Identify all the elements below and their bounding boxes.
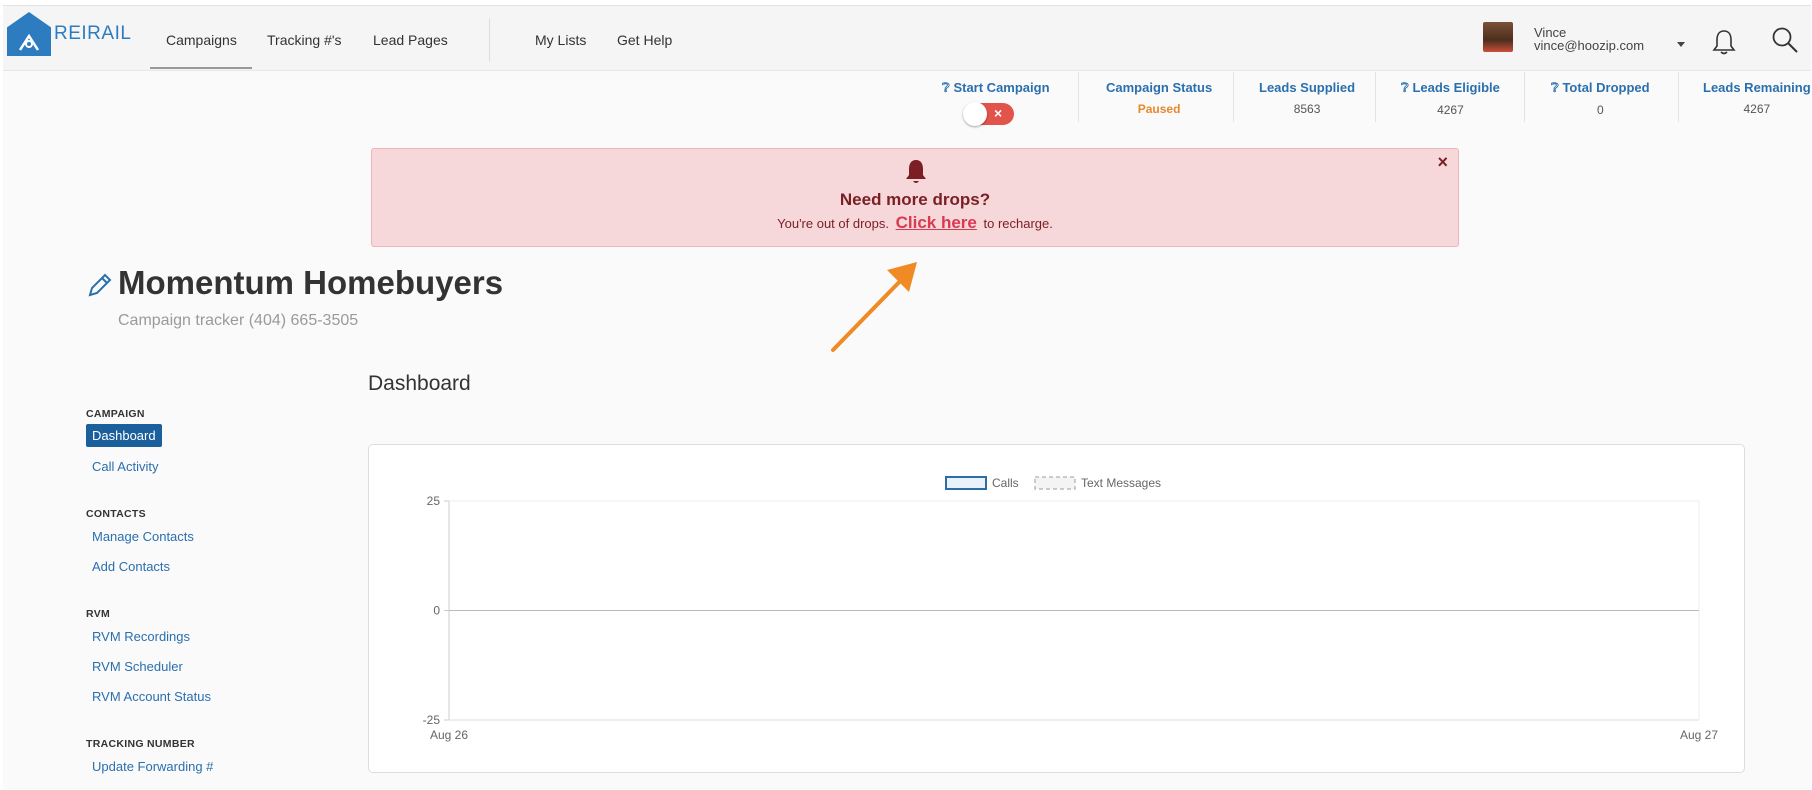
stat-total-dropped: ❔︎ Total Dropped 0 xyxy=(1551,80,1650,117)
nav-active-indicator xyxy=(150,67,252,69)
legend-swatch xyxy=(1034,476,1076,490)
alert-text-after: to recharge. xyxy=(983,216,1053,231)
x-tick-label: Aug 26 xyxy=(430,728,468,742)
help-icon[interactable]: ❔︎ xyxy=(1401,80,1409,95)
campaign-tracker-subtitle: Campaign tracker (404) 665-3505 xyxy=(118,312,359,329)
logo-house-icon xyxy=(7,12,51,56)
sidebar-heading-tracking-number: TRACKING NUMBER xyxy=(86,738,195,750)
alert-bell-icon xyxy=(904,159,928,190)
campaign-status-label: Campaign Status xyxy=(1106,80,1213,95)
nav-campaigns[interactable]: Campaigns xyxy=(166,32,237,48)
alert-message: You're out of drops. Click here to recha… xyxy=(372,213,1458,233)
stat-start-campaign: ❔︎ Start Campaign xyxy=(942,80,1050,96)
help-icon[interactable]: ❔︎ xyxy=(1551,80,1559,95)
legend-label: Calls xyxy=(992,476,1019,490)
brand-name: REIRAIL xyxy=(54,23,132,44)
stat-campaign-status: Campaign Status Paused xyxy=(1106,80,1212,116)
total-dropped-label: ❔︎ Total Dropped xyxy=(1551,80,1650,95)
nav-get-help[interactable]: Get Help xyxy=(617,32,672,48)
out-of-drops-alert: Need more drops? You're out of drops. Cl… xyxy=(371,148,1459,247)
top-navbar: REIRAIL Campaigns Tracking #'s Lead Page… xyxy=(3,6,1811,71)
sidebar-item-update-forwarding[interactable]: Update Forwarding # xyxy=(92,759,213,774)
user-avatar[interactable] xyxy=(1483,22,1513,52)
nav-my-lists[interactable]: My Lists xyxy=(535,32,586,48)
total-dropped-value: 0 xyxy=(1596,103,1604,117)
alert-close-button[interactable]: × xyxy=(1437,152,1448,173)
leads-supplied-label: Leads Supplied xyxy=(1259,80,1356,95)
user-menu-caret-icon[interactable] xyxy=(1677,42,1685,47)
toggle-knob xyxy=(963,102,987,126)
stat-separator xyxy=(1078,72,1079,122)
app-window: REIRAIL Campaigns Tracking #'s Lead Page… xyxy=(3,5,1811,789)
y-tick-label: -25 xyxy=(423,713,441,727)
y-tick-label: 25 xyxy=(427,494,441,508)
start-campaign-label: ❔︎ Start Campaign xyxy=(942,80,1050,95)
stat-separator xyxy=(1524,72,1525,122)
leads-remaining-value: 4267 xyxy=(1743,102,1771,116)
sidebar-item-call-activity[interactable]: Call Activity xyxy=(92,459,158,474)
campaign-title: Momentum Homebuyers xyxy=(118,264,504,301)
activity-chart-card: 25 0 -25 Aug 26 Aug 27 Calls Text Messages xyxy=(368,444,1745,773)
leads-remaining-label: Leads Remaining xyxy=(1703,80,1811,95)
legend-swatch xyxy=(945,476,987,490)
user-email[interactable]: vince@hoozip.com xyxy=(1534,39,1644,52)
sidebar-heading-contacts: CONTACTS xyxy=(86,508,146,520)
sidebar-item-rvm-recordings[interactable]: RVM Recordings xyxy=(92,629,190,644)
stat-separator xyxy=(1375,72,1376,122)
stat-leads-supplied: Leads Supplied 8563 xyxy=(1259,80,1355,116)
sidebar-item-rvm-account-status[interactable]: RVM Account Status xyxy=(92,689,211,704)
alert-title: Need more drops? xyxy=(839,190,991,209)
sidebar-item-dashboard[interactable]: Dashboard xyxy=(86,424,162,447)
search-icon[interactable] xyxy=(1771,26,1799,59)
sidebar-heading-campaign: CAMPAIGN xyxy=(86,408,145,420)
leads-supplied-value: 8563 xyxy=(1293,102,1321,116)
y-tick-label: 0 xyxy=(433,604,440,618)
start-campaign-toggle[interactable]: × xyxy=(963,102,1014,126)
alert-text-before: You're out of drops. xyxy=(777,216,889,231)
edit-pencil-icon[interactable] xyxy=(87,272,113,303)
sidebar-item-rvm-scheduler[interactable]: RVM Scheduler xyxy=(92,659,183,674)
dashboard-title: Dashboard xyxy=(368,372,471,395)
nav-divider xyxy=(489,18,490,62)
toggle-off-x-icon: × xyxy=(994,105,1003,121)
stat-leads-eligible: ❔︎ Leads Eligible 4267 xyxy=(1401,80,1500,117)
nav-tracking-numbers[interactable]: Tracking #'s xyxy=(267,32,342,48)
stat-leads-remaining: Leads Remaining 4267 xyxy=(1703,80,1811,116)
campaign-status-value: Paused xyxy=(1137,102,1181,116)
sidebar-item-add-contacts[interactable]: Add Contacts xyxy=(92,559,170,574)
leads-eligible-value: 4267 xyxy=(1437,103,1464,117)
stat-separator xyxy=(1233,72,1234,122)
recharge-link[interactable]: Click here xyxy=(896,213,977,232)
leads-eligible-label: ❔︎ Leads Eligible xyxy=(1401,80,1500,95)
sidebar-heading-rvm: RVM xyxy=(86,608,111,620)
sidebar-item-manage-contacts[interactable]: Manage Contacts xyxy=(92,529,194,544)
activity-chart: 25 0 -25Aug 26 Aug 27 Calls Text Messages xyxy=(423,476,1718,742)
help-icon[interactable]: ❔︎ xyxy=(942,80,950,95)
legend-label: Text Messages xyxy=(1081,476,1161,490)
stat-separator xyxy=(1678,72,1679,122)
x-tick-label: Aug 27 xyxy=(1680,728,1718,742)
brand-logo[interactable]: REIRAIL xyxy=(7,12,131,56)
nav-lead-pages[interactable]: Lead Pages xyxy=(373,32,448,48)
annotation-arrow-icon xyxy=(831,262,917,352)
notification-bell-icon[interactable] xyxy=(1711,28,1737,61)
